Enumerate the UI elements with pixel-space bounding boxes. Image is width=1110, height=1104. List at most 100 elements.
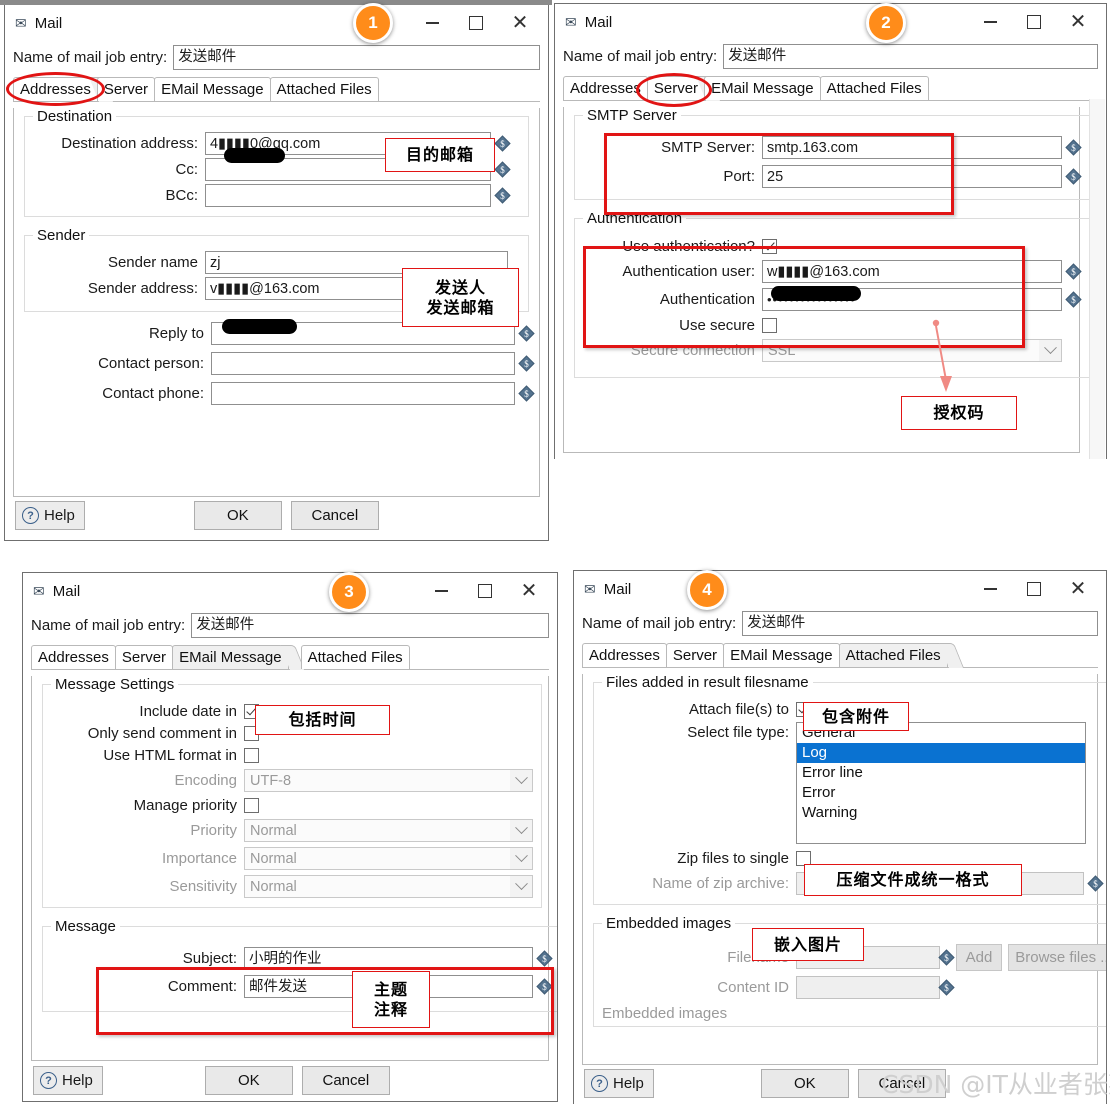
close-button[interactable]: ✕ (1056, 4, 1100, 40)
maximize-button[interactable] (463, 573, 507, 609)
tab-server[interactable]: Server (96, 77, 156, 101)
close-button[interactable]: ✕ (1056, 571, 1100, 607)
content-id-input[interactable] (796, 976, 940, 999)
variable-dollar-icon[interactable]: $ (1065, 168, 1082, 185)
ok-button[interactable]: OK (760, 1069, 849, 1098)
variable-dollar-icon[interactable]: $ (938, 949, 955, 966)
tab-email-message[interactable]: EMail Message (154, 77, 271, 101)
job-entry-input[interactable]: 发送邮件 (742, 611, 1098, 636)
tab-attached-files[interactable]: Attached Files (819, 76, 929, 100)
maximize-button[interactable] (1012, 4, 1056, 40)
priority-select[interactable]: Normal (244, 819, 533, 842)
maximize-button[interactable] (1012, 571, 1056, 607)
minimize-button[interactable] (419, 573, 463, 609)
variable-dollar-icon[interactable]: $ (1065, 139, 1082, 156)
vertical-scrollbar-2[interactable] (1089, 99, 1105, 459)
secure-connection-select[interactable]: SSL (762, 339, 1062, 362)
question-icon: ? (40, 1072, 57, 1089)
maximize-button[interactable] (454, 5, 498, 41)
variable-dollar-icon[interactable]: $ (494, 161, 511, 178)
contact-phone-input[interactable] (211, 382, 515, 405)
envelope-icon: ✉ (15, 15, 27, 31)
titlebar-1: ✉ Mail ✕ (5, 5, 548, 41)
variable-dollar-icon[interactable]: $ (518, 325, 535, 342)
contact-person-input[interactable] (211, 352, 515, 375)
tab-email-message[interactable]: EMail Message (172, 645, 289, 669)
variable-dollar-icon[interactable]: $ (494, 187, 511, 204)
use-secure-checkbox[interactable] (762, 318, 777, 333)
tab-attached-files[interactable]: Attached Files (300, 645, 410, 669)
contact-phone-label: Contact phone: (102, 385, 204, 402)
variable-dollar-icon[interactable]: $ (536, 978, 553, 995)
variable-dollar-icon[interactable]: $ (938, 979, 955, 996)
close-button[interactable]: ✕ (498, 5, 542, 41)
cancel-button[interactable]: Cancel (290, 501, 379, 530)
minimize-button[interactable] (410, 5, 454, 41)
importance-select[interactable]: Normal (244, 847, 533, 870)
tab-server[interactable]: Server (646, 76, 706, 100)
minimize-button[interactable] (968, 4, 1012, 40)
variable-dollar-icon[interactable]: $ (1065, 291, 1082, 308)
job-entry-input[interactable]: 发送邮件 (173, 45, 540, 70)
help-button[interactable]: ? Help (33, 1066, 103, 1095)
list-item[interactable]: Warning (797, 803, 1085, 823)
file-type-listbox[interactable]: General Log Error line Error Warning (796, 722, 1086, 844)
message-settings-legend: Message Settings (55, 676, 175, 693)
variable-dollar-icon[interactable]: $ (536, 950, 553, 967)
manage-priority-label: Manage priority (133, 797, 237, 814)
tab-server[interactable]: Server (114, 645, 174, 669)
svg-text:$: $ (542, 954, 547, 964)
chevron-down-icon (1039, 340, 1061, 361)
envelope-icon: ✉ (33, 583, 45, 599)
attach-files-label: Attach file(s) to (688, 701, 789, 718)
annotation-embedded-images: 嵌入图片 (752, 928, 864, 961)
job-entry-input[interactable]: 发送邮件 (723, 44, 1098, 69)
authentication-password-label: Authentication (659, 291, 755, 308)
tab-addresses[interactable]: Addresses (13, 77, 98, 101)
ok-button[interactable]: OK (204, 1066, 293, 1095)
variable-dollar-icon[interactable]: $ (494, 135, 511, 152)
tab-addresses[interactable]: Addresses (563, 76, 648, 100)
variable-dollar-icon[interactable]: $ (518, 385, 535, 402)
tab-email-message[interactable]: EMail Message (723, 643, 840, 667)
sensitivity-select[interactable]: Normal (244, 875, 533, 898)
files-legend: Files added in result filesname (606, 674, 809, 691)
bcc-label: BCc: (165, 187, 198, 204)
subject-input[interactable]: 小明的作业 (244, 947, 533, 970)
list-item[interactable]: Error (797, 783, 1085, 803)
port-input[interactable]: 25 (762, 165, 1062, 188)
cancel-button[interactable]: Cancel (301, 1066, 390, 1095)
svg-text:$: $ (500, 165, 505, 175)
list-item[interactable]: Log (797, 743, 1085, 763)
variable-dollar-icon[interactable]: $ (1087, 875, 1104, 892)
tab-addresses[interactable]: Addresses (31, 645, 116, 669)
tab-attached-files[interactable]: Attached Files (269, 77, 379, 101)
tab-attached-files[interactable]: Attached Files (838, 643, 948, 667)
use-html-row: Use HTML format in (51, 747, 533, 764)
tab-addresses[interactable]: Addresses (582, 643, 667, 667)
authentication-user-label: Authentication user: (622, 263, 755, 280)
job-entry-input[interactable]: 发送邮件 (191, 613, 549, 638)
variable-dollar-icon[interactable]: $ (1065, 263, 1082, 280)
minimize-button[interactable] (968, 571, 1012, 607)
secure-connection-row: Secure connection SSL (583, 339, 1082, 362)
tab-server[interactable]: Server (665, 643, 725, 667)
add-button[interactable]: Add (956, 944, 1002, 971)
smtp-server-input[interactable]: smtp.163.com (762, 136, 1062, 159)
manage-priority-checkbox[interactable] (244, 798, 259, 813)
tab-email-message[interactable]: EMail Message (704, 76, 821, 100)
variable-dollar-icon[interactable]: $ (518, 355, 535, 372)
list-item[interactable]: Error line (797, 763, 1085, 783)
encoding-select[interactable]: UTF-8 (244, 769, 533, 792)
authentication-user-input[interactable]: w▮▮▮▮@163.com (762, 260, 1062, 283)
close-button[interactable]: ✕ (507, 573, 551, 609)
browse-files-button[interactable]: Browse files ... (1008, 944, 1106, 971)
use-html-checkbox[interactable] (244, 748, 259, 763)
help-button[interactable]: ? Help (584, 1069, 654, 1098)
help-button[interactable]: ? Help (15, 501, 85, 530)
use-authentication-checkbox[interactable] (762, 239, 777, 254)
destination-legend: Destination (37, 108, 113, 125)
bcc-input[interactable] (205, 184, 491, 207)
ok-button[interactable]: OK (193, 501, 282, 530)
watermark: CSDN @IT从业者张某某 (881, 1070, 1110, 1099)
